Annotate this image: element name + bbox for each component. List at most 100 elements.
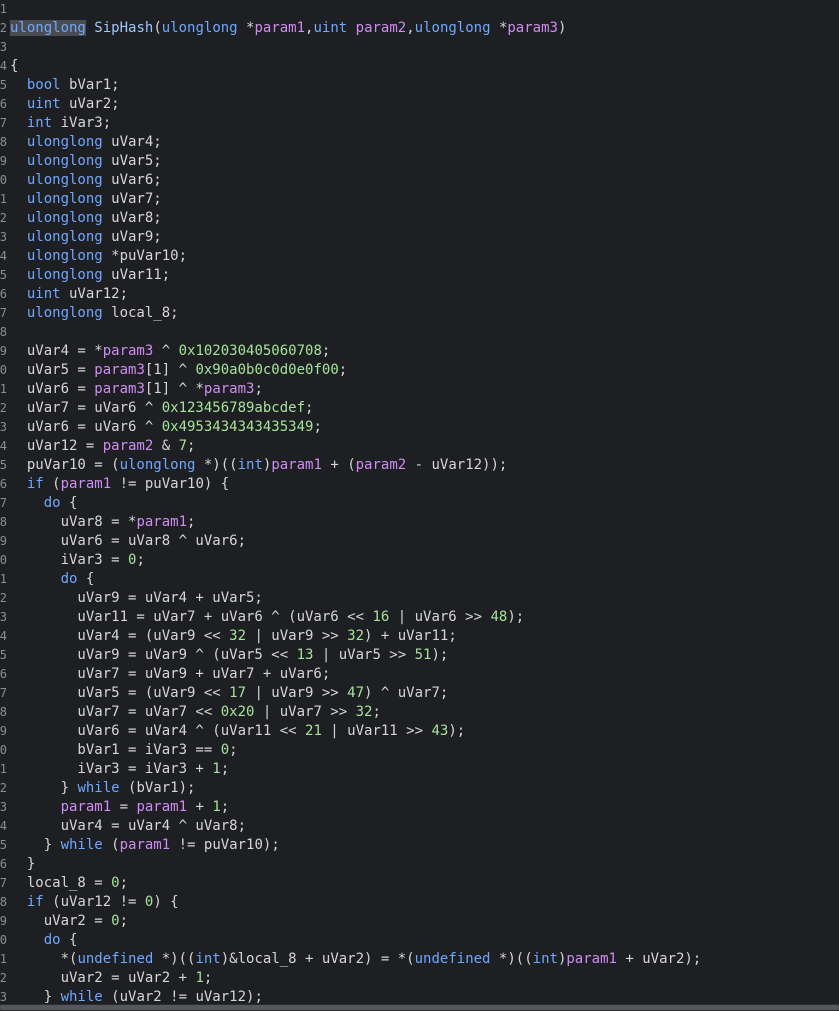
code-text[interactable]: ulonglong uVar9; xyxy=(10,228,162,247)
code-line[interactable]: 8 ulonglong uVar4; xyxy=(0,133,839,152)
code-line[interactable]: 23 uVar6 = uVar6 ^ 0x4953434343435349; xyxy=(0,418,839,437)
code-line[interactable]: 26 if (param1 != puVar10) { xyxy=(0,475,839,494)
code-token[interactable] xyxy=(10,248,27,264)
code-token[interactable]: param1 xyxy=(61,476,112,492)
code-token[interactable]: ; xyxy=(120,913,128,929)
code-text[interactable]: uVar11 = uVar7 + uVar6 ^ (uVar6 << 16 | … xyxy=(10,608,524,627)
code-line[interactable]: 38 uVar7 = uVar7 << 0x20 | uVar7 >> 32; xyxy=(0,703,839,722)
code-token[interactable]: uVar8 = * xyxy=(10,514,137,530)
code-line[interactable]: 11 ulonglong uVar7; xyxy=(0,190,839,209)
code-line[interactable]: 52 uVar2 = uVar2 + 1; xyxy=(0,969,839,988)
code-token[interactable]: uint xyxy=(313,20,347,36)
code-token[interactable]: | uVar5 >> xyxy=(313,647,414,663)
code-token[interactable]: | uVar11 >> xyxy=(322,723,432,739)
code-line[interactable]: 49 uVar2 = 0; xyxy=(0,912,839,931)
code-line[interactable]: 20 uVar5 = param3[1] ^ 0x90a0b0c0d0e0f00… xyxy=(0,361,839,380)
code-token[interactable]: , xyxy=(406,20,414,36)
code-line[interactable]: 36 uVar7 = uVar9 + uVar7 + uVar6; xyxy=(0,665,839,684)
code-token[interactable] xyxy=(10,96,27,112)
code-token[interactable]: ); xyxy=(448,723,465,739)
code-token[interactable]: param1 xyxy=(136,514,187,530)
code-token[interactable]: ulonglong xyxy=(10,20,86,36)
code-token[interactable]: & xyxy=(153,438,178,454)
code-token[interactable]: uVar8; xyxy=(103,210,162,226)
code-line[interactable]: 7 int iVar3; xyxy=(0,114,839,133)
code-text[interactable]: { xyxy=(10,57,18,76)
code-line[interactable]: 21 uVar6 = param3[1] ^ *param3; xyxy=(0,380,839,399)
code-token[interactable]: 0 xyxy=(221,742,229,758)
code-token[interactable]: uVar7; xyxy=(103,191,162,207)
code-line[interactable]: 40 bVar1 = iVar3 == 0; xyxy=(0,741,839,760)
code-token[interactable] xyxy=(347,20,355,36)
code-text[interactable]: uint uVar12; xyxy=(10,285,128,304)
code-token[interactable]: iVar3; xyxy=(52,115,112,131)
code-token[interactable]: + xyxy=(187,799,212,815)
code-line[interactable]: 13 ulonglong uVar9; xyxy=(0,228,839,247)
code-token[interactable]: uVar11; xyxy=(103,267,170,283)
code-token[interactable]: 1 xyxy=(212,761,220,777)
code-text[interactable]: uVar6 = param3[1] ^ *param3; xyxy=(10,380,263,399)
code-text[interactable]: uVar9 = uVar9 ^ (uVar5 << 13 | uVar5 >> … xyxy=(10,646,448,665)
code-token[interactable]: ulonglong xyxy=(27,229,103,245)
code-token[interactable]: param1 xyxy=(566,951,617,967)
code-line[interactable]: 50 do { xyxy=(0,931,839,950)
code-token[interactable]: uVar7 = uVar7 << xyxy=(10,704,221,720)
code-text[interactable]: uVar6 = uVar8 ^ uVar6; xyxy=(10,532,246,551)
code-token[interactable] xyxy=(10,799,61,815)
code-text[interactable]: uVar5 = param3[1] ^ 0x90a0b0c0d0e0f00; xyxy=(10,361,347,380)
code-token[interactable]: int xyxy=(27,115,52,131)
code-text[interactable]: uVar7 = uVar7 << 0x20 | uVar7 >> 32; xyxy=(10,703,380,722)
code-line[interactable]: 34 uVar4 = (uVar9 << 32 | uVar9 >> 32) +… xyxy=(0,627,839,646)
code-token[interactable]: do xyxy=(44,495,61,511)
code-text[interactable]: uVar8 = *param1; xyxy=(10,513,196,532)
code-token[interactable]: do xyxy=(44,932,61,948)
code-token[interactable]: ulonglong xyxy=(27,248,103,264)
code-token[interactable]: ulonglong xyxy=(27,153,103,169)
code-token[interactable]: ( xyxy=(44,476,60,492)
code-token[interactable]: } xyxy=(10,856,35,872)
code-text[interactable]: *(undefined *)((int)&local_8 + uVar2) = … xyxy=(10,950,702,969)
code-token[interactable]: 0x4953434343435349 xyxy=(162,419,314,435)
code-line[interactable]: 48 if (uVar12 != 0) { xyxy=(0,893,839,912)
code-token[interactable]: ); xyxy=(507,609,524,625)
code-token[interactable]: uVar5 = (uVar9 << xyxy=(10,685,229,701)
code-token[interactable]: 0x90a0b0c0d0e0f00 xyxy=(195,362,338,378)
code-line[interactable]: 30 iVar3 = 0; xyxy=(0,551,839,570)
code-text[interactable]: ulonglong local_8; xyxy=(10,304,179,323)
code-text[interactable]: } while (param1 != puVar10); xyxy=(10,836,280,855)
code-line[interactable]: 6 uint uVar2; xyxy=(0,95,839,114)
code-token[interactable]: { xyxy=(77,571,94,587)
code-token[interactable]: uVar6 = xyxy=(10,381,94,397)
code-token[interactable]: uint xyxy=(27,286,61,302)
code-token[interactable]: ; xyxy=(372,704,380,720)
code-token[interactable]: ; xyxy=(221,799,229,815)
code-token[interactable]: int xyxy=(533,951,558,967)
code-text[interactable]: local_8 = 0; xyxy=(10,874,128,893)
code-token[interactable] xyxy=(10,267,27,283)
code-token[interactable]: ulonglong xyxy=(27,267,103,283)
code-token[interactable]: uVar6 = uVar6 ^ xyxy=(10,419,162,435)
code-token[interactable]: iVar3 = xyxy=(10,552,128,568)
code-token[interactable]: ulonglong xyxy=(27,305,103,321)
code-token[interactable]: bool xyxy=(27,77,61,93)
code-token[interactable]: | uVar9 >> xyxy=(246,628,347,644)
code-line[interactable]: 25 puVar10 = (ulonglong *)((int)param1 +… xyxy=(0,456,839,475)
code-token[interactable]: ; xyxy=(120,875,128,891)
code-line[interactable]: 19 uVar4 = *param3 ^ 0x102030405060708; xyxy=(0,342,839,361)
code-token[interactable]: ; xyxy=(187,514,195,530)
code-token[interactable]: local_8 = xyxy=(10,875,111,891)
code-text[interactable]: if (uVar12 != 0) { xyxy=(10,893,179,912)
code-text[interactable]: do { xyxy=(10,494,78,513)
code-token[interactable]: uVar5 = xyxy=(10,362,94,378)
decompiler-code-view[interactable]: 1 2 ulonglong SipHash(ulonglong *param1,ui… xyxy=(0,0,839,1004)
code-token[interactable]: uVar2 = uVar2 + xyxy=(10,970,195,986)
code-token[interactable]: param3 xyxy=(94,362,145,378)
code-token[interactable] xyxy=(10,191,27,207)
code-token[interactable]: 43 xyxy=(431,723,448,739)
code-text[interactable]: uVar6 = uVar4 ^ (uVar11 << 21 | uVar11 >… xyxy=(10,722,465,741)
code-line[interactable]: 53 } while (uVar2 != uVar12); xyxy=(0,988,839,1004)
code-token[interactable]: local_8; xyxy=(103,305,178,321)
code-token[interactable]: 32 xyxy=(347,628,364,644)
code-token[interactable]: param2 xyxy=(103,438,154,454)
code-token[interactable]: uVar5; xyxy=(103,153,162,169)
